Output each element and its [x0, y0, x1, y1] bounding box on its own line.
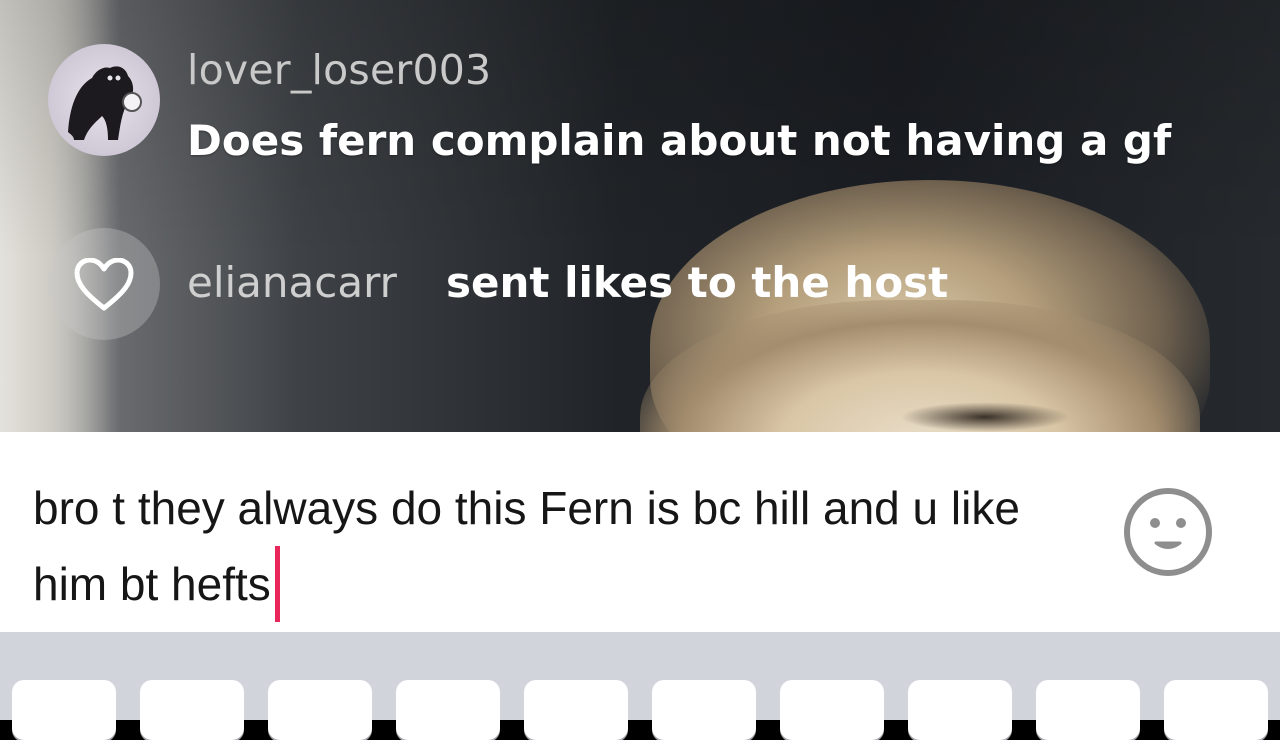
- comment-input-text: bro t they always do this Fern is bc hil…: [33, 482, 1020, 610]
- keyboard: [0, 632, 1280, 740]
- commenter-avatar[interactable]: [48, 44, 160, 156]
- comment-input-field[interactable]: bro t they always do this Fern is bc hil…: [33, 470, 1083, 622]
- keyboard-key[interactable]: [1164, 680, 1268, 740]
- keyboard-key[interactable]: [12, 680, 116, 740]
- like-event-badge: [48, 228, 160, 340]
- keyboard-key[interactable]: [908, 680, 1012, 740]
- text-caret: [274, 546, 280, 622]
- keyboard-key[interactable]: [524, 680, 628, 740]
- like-event-username[interactable]: elianacarr: [187, 258, 397, 307]
- comment-input-panel: bro t they always do this Fern is bc hil…: [0, 432, 1280, 632]
- heart-icon: [74, 258, 134, 311]
- keyboard-key[interactable]: [1036, 680, 1140, 740]
- keyboard-key[interactable]: [652, 680, 756, 740]
- keyboard-key[interactable]: [140, 680, 244, 740]
- comment-text: Does fern complain about not having a gf: [187, 116, 1172, 165]
- keyboard-key[interactable]: [780, 680, 884, 740]
- cat-avatar-image: [68, 66, 142, 140]
- comment-username[interactable]: lover_loser003: [187, 46, 491, 94]
- keyboard-key[interactable]: [396, 680, 500, 740]
- smiley-icon: [1124, 488, 1212, 576]
- emoji-button[interactable]: [1122, 486, 1214, 578]
- like-event-text: sent likes to the host: [446, 258, 949, 307]
- keyboard-key[interactable]: [268, 680, 372, 740]
